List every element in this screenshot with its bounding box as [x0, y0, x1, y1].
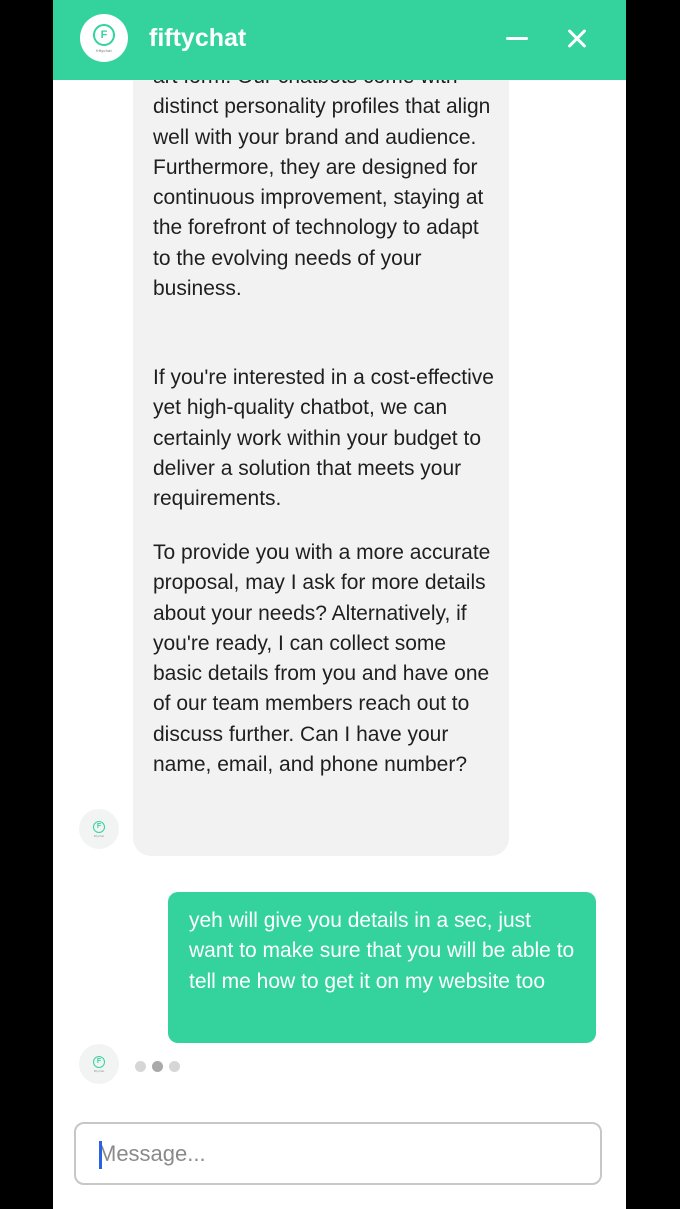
bot-message-paragraph: If you're interested in a cost-effective… — [153, 366, 494, 511]
logo-mark-icon: F — [93, 23, 115, 46]
text-cursor — [99, 1141, 102, 1169]
bot-avatar-icon: F — [93, 1055, 105, 1068]
chat-widget: F fiftychat fiftychat art form. Our chat… — [53, 0, 626, 1209]
bot-message-paragraph: art form. Our chatbots come with distinc… — [153, 80, 491, 301]
chat-header: F fiftychat fiftychat — [53, 0, 626, 80]
bot-avatar-caption: fiftychat — [93, 1068, 105, 1073]
typing-dot-icon — [135, 1060, 146, 1072]
bot-avatar-caption: fiftychat — [93, 833, 105, 838]
typing-dot-icon — [152, 1060, 163, 1072]
chat-title: fiftychat — [149, 24, 247, 52]
minimize-button[interactable] — [501, 22, 533, 54]
message-list[interactable]: art form. Our chatbots come with distinc… — [53, 80, 626, 1110]
bot-message-paragraph: To provide you with a more accurate prop… — [153, 541, 491, 777]
bot-avatar: F fiftychat — [79, 809, 119, 849]
user-message-bubble: yeh will give you details in a sec, just… — [168, 892, 596, 1043]
bot-avatar: F fiftychat — [79, 1044, 119, 1084]
close-button[interactable] — [561, 22, 593, 54]
bot-avatar-icon: F — [93, 820, 105, 833]
message-composer — [74, 1122, 602, 1185]
typing-indicator — [135, 1060, 180, 1072]
typing-dot-icon — [169, 1060, 180, 1072]
message-input[interactable] — [98, 1138, 578, 1170]
brand-logo: F fiftychat — [80, 14, 128, 62]
bot-message-bubble: art form. Our chatbots come with distinc… — [133, 80, 509, 856]
logo-caption: fiftychat — [96, 47, 112, 53]
